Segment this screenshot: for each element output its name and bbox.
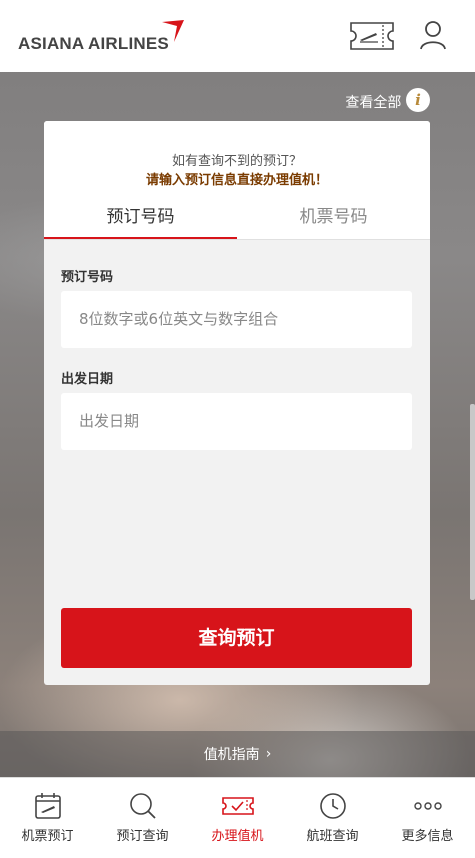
bottom-tab-bar: 机票预订 预订查询 办理值机 航班查询 更多信息 (0, 777, 475, 858)
tabbar-item-checkin[interactable]: 办理值机 (190, 778, 285, 858)
tabbar-label: 机票预订 (21, 829, 74, 844)
tab-divider (44, 239, 430, 240)
departure-date-label: 出发日期 (61, 372, 114, 387)
info-icon[interactable]: i (406, 88, 430, 112)
tabbar-label: 更多信息 (401, 829, 454, 844)
departure-date-input[interactable]: 出发日期 (61, 393, 412, 450)
booking-number-input[interactable]: 8位数字或6位英文与数字组合 (61, 291, 412, 348)
checkin-lookup-card: 如有查询不到的预订？ 请输入预订信息直接办理值机！ 预订号码 机票号码 预订号码… (44, 121, 430, 685)
tabbar-item-more[interactable]: 更多信息 (380, 778, 475, 858)
ticket-check-icon (221, 797, 254, 815)
clock-icon (319, 793, 346, 819)
scrollbar[interactable] (470, 404, 475, 600)
user-icon[interactable] (419, 20, 447, 50)
notice-line-2: 请输入预订信息直接办理值机！ (145, 173, 328, 188)
logo-wing-icon (162, 20, 184, 42)
search-booking-button[interactable]: 查询预订 (61, 608, 412, 668)
checkin-guide-label: 值机指南 (203, 747, 260, 763)
tab-booking-number[interactable]: 预订号码 (44, 199, 237, 240)
checkin-guide-link[interactable]: 值机指南 › (0, 731, 475, 777)
tabbar-label: 航班查询 (306, 829, 359, 844)
booking-number-label: 预订号码 (61, 270, 114, 285)
tabbar-item-booking-lookup[interactable]: 预订查询 (95, 778, 190, 858)
tabbar-item-book-flight[interactable]: 机票预订 (0, 778, 95, 858)
logo-text: ASIANA AIRLINES (18, 34, 169, 53)
tab-ticket-number[interactable]: 机票号码 (237, 199, 430, 240)
view-all-link[interactable]: 查看全部 › (345, 92, 413, 112)
more-dots-icon (413, 802, 442, 810)
chevron-right-icon: › (265, 746, 272, 762)
tabbar-label: 办理值机 (211, 829, 264, 844)
notice-line-1: 如有查询不到的预订？ (171, 154, 302, 169)
top-bar: ASIANA AIRLINES (0, 0, 475, 72)
tabbar-item-flight-status[interactable]: 航班查询 (285, 778, 380, 858)
boarding-pass-icon[interactable] (350, 22, 394, 50)
calendar-plane-icon (34, 793, 61, 819)
tabbar-label: 预订查询 (116, 829, 169, 844)
search-icon (129, 793, 156, 819)
lookup-tabs: 预订号码 机票号码 (44, 199, 430, 240)
card-header: 如有查询不到的预订？ 请输入预订信息直接办理值机！ 预订号码 机票号码 (44, 121, 430, 240)
view-all-label: 查看全部 (345, 95, 402, 111)
